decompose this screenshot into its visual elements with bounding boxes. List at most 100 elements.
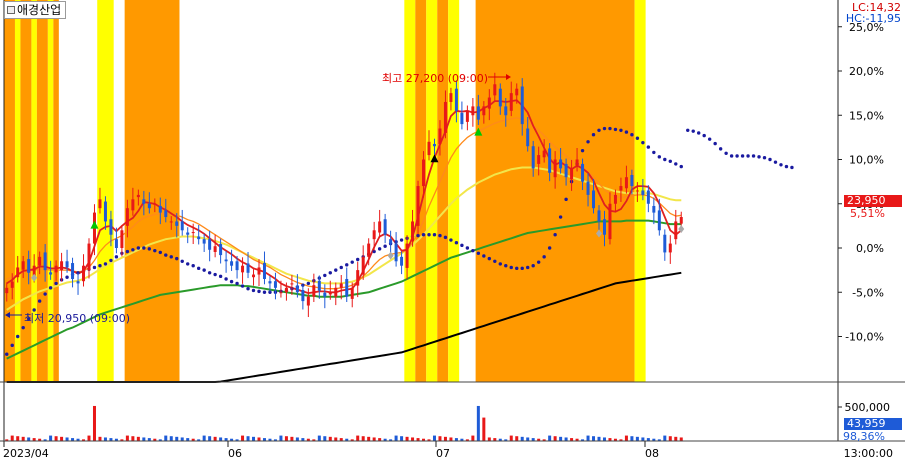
volume-bar-9 xyxy=(54,436,58,441)
band-14 xyxy=(475,0,635,382)
sar-dot-34 xyxy=(191,264,195,268)
sar-dot-115 xyxy=(635,136,640,140)
candle-body-25 xyxy=(142,199,146,204)
sar-dot-23 xyxy=(131,248,135,252)
candle-body-54 xyxy=(301,290,305,302)
volume-bar-25 xyxy=(142,437,146,441)
sar-dot-3 xyxy=(21,325,25,330)
volume-bar-8 xyxy=(49,435,53,441)
sar-dot-116 xyxy=(641,140,645,145)
sar-dot-101 xyxy=(558,215,563,219)
candle-body-24 xyxy=(136,194,140,198)
sar-dot-18 xyxy=(103,262,108,266)
candle-body-40 xyxy=(224,259,228,262)
volume-bar-22 xyxy=(125,435,129,441)
candle-body-88 xyxy=(487,97,491,109)
volume-bar-115 xyxy=(635,436,639,441)
stock-name-tab[interactable]: 애경산업 xyxy=(4,1,67,19)
volume-bar-67 xyxy=(372,437,376,441)
sar-dot-19 xyxy=(109,258,113,263)
sar-ext-dot-4 xyxy=(707,137,712,141)
stock-name-label: 애경산업 xyxy=(17,3,62,17)
sar-ext-dot-2 xyxy=(697,131,701,135)
stock-chart[interactable]: 25,0%20,0%15,0%10,0%5,0%0,0%-5,0%-10,0%5… xyxy=(0,0,905,462)
sar-dot-112 xyxy=(619,128,623,132)
candle-body-59 xyxy=(328,292,332,295)
candle-body-55 xyxy=(306,296,310,306)
sar-dot-120 xyxy=(663,157,667,162)
sar-dot-109 xyxy=(602,126,607,131)
volume-bar-123 xyxy=(679,437,683,441)
sar-dot-45 xyxy=(251,288,256,293)
sar-dot-113 xyxy=(624,130,629,134)
candle-body-34 xyxy=(191,232,195,234)
candle-body-99 xyxy=(548,148,552,173)
current-price-tag: 23,950 xyxy=(844,195,902,207)
sar-dot-80 xyxy=(443,235,448,240)
sar-dot-110 xyxy=(608,126,612,131)
sar-dot-44 xyxy=(246,287,250,291)
volume-bar-102 xyxy=(564,437,568,441)
volume-bar-59 xyxy=(328,436,332,441)
sar-dot-61 xyxy=(339,265,343,270)
candle-body-57 xyxy=(317,280,321,291)
sar-ext-dot-13 xyxy=(757,155,761,159)
volume-bar-4 xyxy=(27,437,31,441)
candle-body-48 xyxy=(268,281,272,284)
candle-body-76 xyxy=(422,159,426,187)
candle-body-61 xyxy=(339,283,343,288)
candle-body-9 xyxy=(54,265,58,273)
candle-body-58 xyxy=(323,292,327,297)
hc-label: HC:-11,95 xyxy=(845,12,901,25)
candle-body-13 xyxy=(76,281,80,284)
volume-bar-38 xyxy=(213,436,217,441)
candle-body-80 xyxy=(443,101,447,133)
candle-body-86 xyxy=(476,106,480,120)
sar-dot-69 xyxy=(383,244,387,248)
volume-bar-92 xyxy=(509,435,513,441)
sar-ext-dot-8 xyxy=(729,154,734,158)
sar-dot-68 xyxy=(377,247,382,251)
candle-body-18 xyxy=(103,201,107,222)
sar-dot-22 xyxy=(125,249,130,254)
volume-bar-3 xyxy=(21,436,25,441)
sar-dot-7 xyxy=(43,292,47,296)
current-volume-pct: 98,36% xyxy=(843,430,885,443)
volume-bar-64 xyxy=(356,435,360,441)
sar-dot-119 xyxy=(657,155,662,159)
candle-body-69 xyxy=(383,219,387,235)
sar-dot-77 xyxy=(427,233,431,237)
sar-dot-99 xyxy=(547,246,552,250)
sar-dot-81 xyxy=(449,238,453,242)
candle-body-28 xyxy=(158,205,162,213)
candle-body-104 xyxy=(575,159,579,167)
sar-dot-90 xyxy=(498,262,502,266)
candle-body-3 xyxy=(21,261,25,270)
volume-bar-16 xyxy=(92,405,96,441)
high-annotation: 최고 27,200 (09:00) xyxy=(382,72,489,85)
candle-body-123 xyxy=(679,217,683,224)
candle-body-62 xyxy=(345,278,349,297)
sar-dot-82 xyxy=(454,240,459,245)
candle-body-75 xyxy=(416,186,420,226)
volume-bar-17 xyxy=(98,436,102,441)
sar-ext-dot-9 xyxy=(735,154,739,158)
volume-bar-120 xyxy=(663,435,667,441)
volume-bar-53 xyxy=(295,437,299,441)
candle-body-60 xyxy=(334,287,338,297)
candle-body-36 xyxy=(202,239,206,244)
sar-ext-dot-0 xyxy=(686,128,690,132)
candle-body-12 xyxy=(71,263,75,279)
volume-bar-39 xyxy=(219,437,223,441)
candle-body-32 xyxy=(180,221,184,231)
sar-ext-dot-1 xyxy=(691,129,695,133)
candle-body-100 xyxy=(553,159,557,178)
candle-body-98 xyxy=(542,150,546,158)
sar-dot-83 xyxy=(460,243,464,248)
volume-bar-37 xyxy=(208,436,212,441)
sar-dot-76 xyxy=(421,233,426,237)
candle-body-122 xyxy=(674,221,678,240)
sar-dot-58 xyxy=(323,273,327,278)
candle-body-116 xyxy=(641,190,645,195)
sar-dot-59 xyxy=(328,271,332,275)
